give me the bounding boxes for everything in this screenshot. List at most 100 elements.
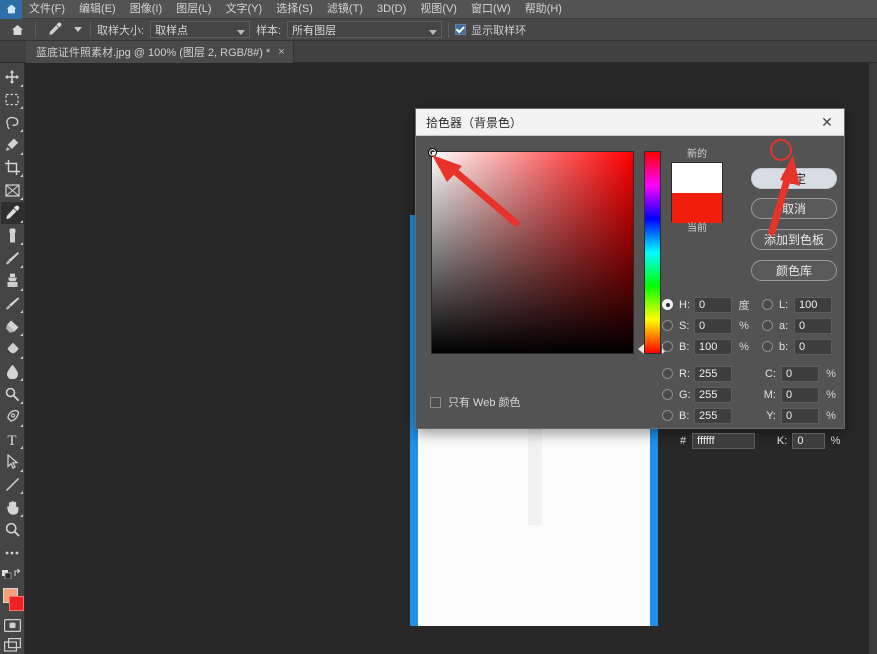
label-red: R: [679,367,690,380]
line-tool[interactable] [1,474,24,496]
input-s[interactable]: 0 [694,317,732,334]
frame-tool[interactable] [1,179,24,201]
spot-healing-brush-tool[interactable] [1,225,24,247]
cancel-button[interactable]: 取消 [751,198,837,219]
blur-tool[interactable] [1,361,24,383]
eyedropper-icon[interactable] [42,20,66,40]
menu-item-edit[interactable]: 编辑(E) [72,0,123,19]
input-lab-a[interactable]: 0 [794,317,832,334]
radio-green[interactable] [662,389,673,400]
field-row-b-y: B: 255 Y: 0 % [662,405,842,426]
new-color-swatch[interactable] [672,163,722,193]
edit-toolbar-tool[interactable] [1,542,24,564]
dialog-body: 只有 Web 颜色 新的 当前 确定 取消 添加到色板 颜色库 H: 0 度 L… [416,136,844,449]
input-green[interactable]: 255 [694,386,732,403]
input-brightness[interactable]: 100 [694,338,732,355]
rectangular-marquee-tool[interactable] [1,89,24,111]
menu-item-layer[interactable]: 图层(L) [169,0,218,19]
sample-select[interactable]: 所有图层 [287,21,443,38]
input-cyan[interactable]: 0 [781,365,819,382]
input-black[interactable]: 0 [792,433,826,449]
zoom-tool[interactable] [1,519,24,541]
quick-selection-tool[interactable] [1,134,24,156]
unit-magenta: % [826,388,836,401]
label-s: S: [679,319,690,332]
color-field-marker[interactable] [428,148,437,157]
menu-item-help[interactable]: 帮助(H) [518,0,569,19]
menu-item-select[interactable]: 选择(S) [269,0,320,19]
gradient-tool[interactable] [1,338,24,360]
menu-item-view[interactable]: 视图(V) [413,0,464,19]
menu-item-filter[interactable]: 滤镜(T) [320,0,370,19]
home-icon-small[interactable] [5,20,29,40]
saturation-value-field[interactable] [428,148,634,354]
menu-item-type[interactable]: 文字(Y) [219,0,270,19]
close-icon[interactable]: ✕ [818,114,836,131]
path-selection-tool[interactable] [1,451,24,473]
tool-more-indicator [19,400,23,404]
brush-tool[interactable] [1,247,24,269]
screen-mode-icon[interactable] [0,635,25,654]
hex-symbol: # [680,435,687,447]
pen-tool[interactable] [1,406,24,428]
lasso-tool[interactable] [1,111,24,133]
label-cyan: C: [765,367,776,380]
show-sampling-ring-checkbox[interactable]: 显示取样环 [455,22,526,38]
document-tab[interactable]: 蓝底证件照素材.jpg @ 100% (图层 2, RGB/8#) * × [26,41,294,63]
menu-item-file[interactable]: 文件(F) [22,0,72,19]
eraser-tool[interactable] [1,315,24,337]
type-tool[interactable]: T [1,429,24,451]
sample-size-value: 取样点 [155,24,189,37]
history-brush-tool[interactable] [1,293,24,315]
label-h: H: [679,298,690,311]
input-yellow[interactable]: 0 [781,407,819,424]
hex-input[interactable]: ffffff [692,433,755,449]
menu-item-3d[interactable]: 3D(D) [370,0,413,19]
tool-preset-chevron-icon[interactable] [72,20,84,40]
close-icon[interactable]: × [278,46,284,58]
menu-item-window[interactable]: 窗口(W) [464,0,518,19]
move-tool[interactable] [1,66,24,88]
sample-size-select[interactable]: 取样点 [150,21,251,38]
radio-blue[interactable] [662,410,673,421]
svg-text:T: T [7,433,16,447]
radio-lab-b[interactable] [762,341,773,352]
input-lab-l[interactable]: 100 [794,296,832,313]
eyedropper-tool[interactable] [0,201,24,224]
sample-size-label: 取样大小: [97,24,145,37]
input-blue[interactable]: 255 [694,407,732,424]
radio-lab-a[interactable] [762,320,773,331]
radio-h[interactable] [662,299,673,310]
menu-item-image[interactable]: 图像(I) [123,0,169,19]
ok-button[interactable]: 确定 [751,168,837,189]
input-magenta[interactable]: 0 [781,386,819,403]
quick-mask-icon[interactable] [0,616,25,635]
unit-black: % [830,435,841,447]
tool-more-indicator [19,446,23,450]
background-color-swatch[interactable] [8,596,24,612]
hue-slider-handle-left-icon[interactable] [638,344,644,354]
clone-stamp-tool[interactable] [1,270,24,292]
radio-red[interactable] [662,368,673,379]
hue-slider[interactable] [644,151,661,354]
current-color-swatch[interactable] [672,193,722,223]
divider [35,21,36,38]
add-to-swatches-button[interactable]: 添加到色板 [751,229,837,250]
input-red[interactable]: 255 [694,365,732,382]
hand-tool[interactable] [1,496,24,518]
radio-lab-l[interactable] [762,299,773,310]
input-lab-b[interactable]: 0 [794,338,832,355]
tool-more-indicator [19,151,23,155]
radio-brightness[interactable] [662,341,673,352]
crop-tool[interactable] [1,157,24,179]
web-colors-only-checkbox[interactable]: 只有 Web 颜色 [430,394,521,410]
color-libraries-button[interactable]: 颜色库 [751,260,837,281]
default-colors-icon[interactable] [0,564,25,583]
home-icon[interactable] [0,0,22,19]
right-panel-rail[interactable] [869,63,877,654]
radio-s[interactable] [662,320,673,331]
input-h[interactable]: 0 [694,296,732,313]
dodge-tool[interactable] [1,383,24,405]
foreground-background-color[interactable] [0,586,25,616]
color-preview-box[interactable] [671,162,723,223]
